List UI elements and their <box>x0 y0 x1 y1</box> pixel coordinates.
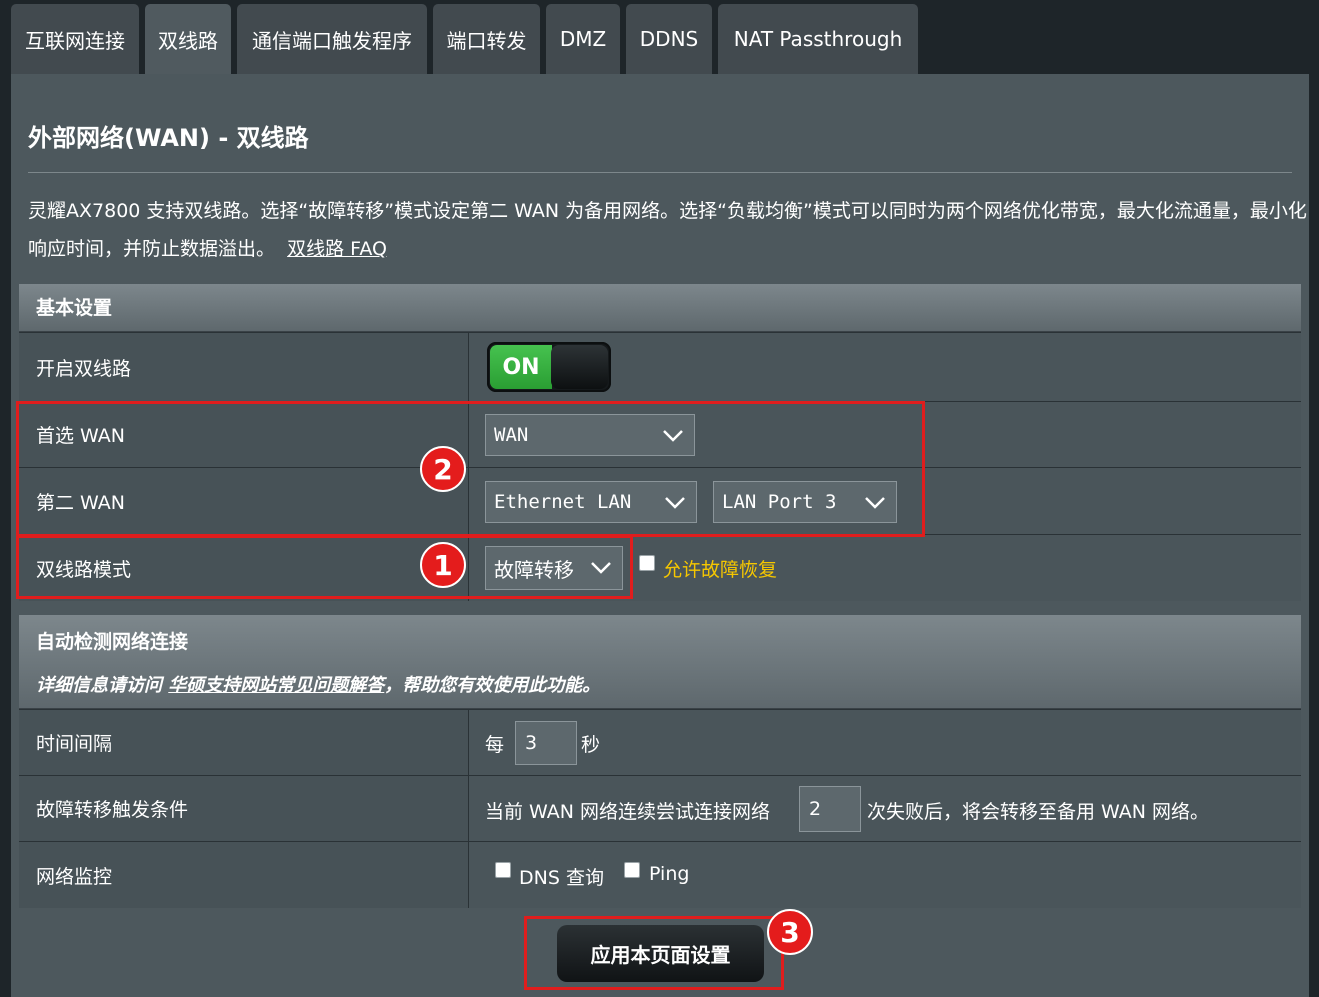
tab-internet[interactable]: 互联网连接 <box>11 4 139 74</box>
tab-dual-wan[interactable]: 双线路 <box>145 4 231 74</box>
failover-count-value: 2 <box>809 798 822 820</box>
asus-faq-link[interactable]: 华硕支持网站常见问题解答 <box>168 675 384 696</box>
chevron-down-icon <box>665 497 685 509</box>
allow-failback-checkbox[interactable] <box>639 555 655 571</box>
chevron-down-icon <box>591 562 611 574</box>
interval-label: 时间间隔 <box>19 710 469 775</box>
enable-dual-wan-value: ON <box>469 333 1301 401</box>
interval-input[interactable]: 3 <box>515 721 577 765</box>
title-divider <box>28 172 1292 173</box>
failover-condition-label: 故障转移触发条件 <box>19 776 469 841</box>
toggle-on-label: ON <box>490 345 552 389</box>
secondary-wan-row: 第二 WAN Ethernet LAN LAN Port 3 <box>19 467 1301 534</box>
ping-label: Ping <box>649 863 690 885</box>
dual-wan-mode-select[interactable]: 故障转移 <box>485 546 623 590</box>
failover-condition-row: 故障转移触发条件 当前 WAN 网络连续尝试连接网络 2 次失败后，将会转移至备… <box>19 775 1301 841</box>
primary-wan-select[interactable]: WAN <box>485 414 695 456</box>
interval-value: 每 3 秒 <box>469 710 1301 775</box>
toggle-knob <box>551 345 608 389</box>
interval-input-value: 3 <box>525 732 538 754</box>
secondary-wan-selected: Ethernet LAN <box>494 491 632 513</box>
network-monitor-row: 网络监控 DNS 查询 Ping <box>19 841 1301 908</box>
network-monitor-value: DNS 查询 Ping <box>469 842 1301 908</box>
description-text: 灵耀AX7800 支持双线路。选择“故障转移”模式设定第二 WAN 为备用网络。… <box>28 200 1307 260</box>
interval-prefix: 每 <box>485 734 505 756</box>
primary-wan-value: WAN <box>469 402 1301 467</box>
basic-settings-table: 基本设置 开启双线路 ON 首选 WAN WAN 第二 WAN Ethernet… <box>19 284 1301 601</box>
failover-condition-value: 当前 WAN 网络连续尝试连接网络 2 次失败后，将会转移至备用 WAN 网络。 <box>469 776 1301 841</box>
badge-1: 1 <box>420 542 466 588</box>
chevron-down-icon <box>865 497 885 509</box>
dual-wan-mode-value: 故障转移 允许故障恢复 <box>469 535 1301 601</box>
tab-bar: 互联网连接 双线路 通信端口触发程序 端口转发 DMZ DDNS NAT Pas… <box>0 0 1319 74</box>
enable-dual-wan-row: 开启双线路 ON <box>19 332 1301 401</box>
primary-wan-selected: WAN <box>494 424 529 446</box>
auto-detect-header: 自动检测网络连接 详细信息请访问 华硕支持网站常见问题解答，帮助您有效使用此功能… <box>19 615 1301 709</box>
faq-link[interactable]: 双线路 FAQ <box>287 238 387 260</box>
tab-nat-passthrough[interactable]: NAT Passthrough <box>718 4 918 74</box>
tab-port-forward[interactable]: 端口转发 <box>433 4 540 74</box>
auto-detect-title: 自动检测网络连接 <box>36 631 189 653</box>
failover-suffix: 次失败后，将会转移至备用 WAN 网络。 <box>867 801 1210 823</box>
page-description: 灵耀AX7800 支持双线路。选择“故障转移”模式设定第二 WAN 为备用网络。… <box>28 192 1310 268</box>
page-title: 外部网络(WAN) - 双线路 <box>28 124 309 152</box>
dns-query-checkbox[interactable] <box>495 862 511 878</box>
auto-detect-table: 自动检测网络连接 详细信息请访问 华硕支持网站常见问题解答，帮助您有效使用此功能… <box>19 615 1301 908</box>
secondary-wan-port-select[interactable]: LAN Port 3 <box>713 481 897 523</box>
failover-count-input[interactable]: 2 <box>799 786 861 832</box>
allow-failback-label: 允许故障恢复 <box>663 559 778 581</box>
dual-wan-mode-row: 双线路模式 故障转移 允许故障恢复 <box>19 534 1301 601</box>
dual-wan-mode-selected: 故障转移 <box>494 557 574 582</box>
basic-settings-header: 基本设置 <box>19 284 1301 332</box>
failover-prefix: 当前 WAN 网络连续尝试连接网络 <box>485 801 771 823</box>
apply-settings-button[interactable]: 应用本页面设置 <box>557 925 764 982</box>
badge-2: 2 <box>420 446 466 492</box>
tab-dmz[interactable]: DMZ <box>546 4 620 74</box>
dual-wan-mode-label: 双线路模式 <box>19 535 469 601</box>
interval-unit: 秒 <box>581 734 601 756</box>
badge-3: 3 <box>767 909 813 955</box>
enable-dual-wan-label: 开启双线路 <box>19 333 469 401</box>
tab-port-trigger[interactable]: 通信端口触发程序 <box>237 4 427 74</box>
secondary-wan-value: Ethernet LAN LAN Port 3 <box>469 468 1301 534</box>
secondary-wan-port-selected: LAN Port 3 <box>722 491 837 513</box>
subtitle-prefix: 详细信息请访问 <box>36 675 169 696</box>
secondary-wan-select[interactable]: Ethernet LAN <box>485 481 697 523</box>
dual-wan-toggle[interactable]: ON <box>487 342 611 392</box>
chevron-down-icon <box>663 430 683 442</box>
subtitle-suffix: ，帮助您有效使用此功能。 <box>384 675 601 696</box>
primary-wan-row: 首选 WAN WAN <box>19 401 1301 467</box>
secondary-wan-label: 第二 WAN <box>19 468 469 534</box>
dns-query-label: DNS 查询 <box>519 867 604 889</box>
network-monitor-label: 网络监控 <box>19 842 469 908</box>
primary-wan-label: 首选 WAN <box>19 402 469 467</box>
tab-ddns[interactable]: DDNS <box>626 4 712 74</box>
interval-row: 时间间隔 每 3 秒 <box>19 709 1301 775</box>
auto-detect-subtitle: 详细信息请访问 华硕支持网站常见问题解答，帮助您有效使用此功能。 <box>36 671 600 697</box>
ping-checkbox[interactable] <box>624 862 640 878</box>
